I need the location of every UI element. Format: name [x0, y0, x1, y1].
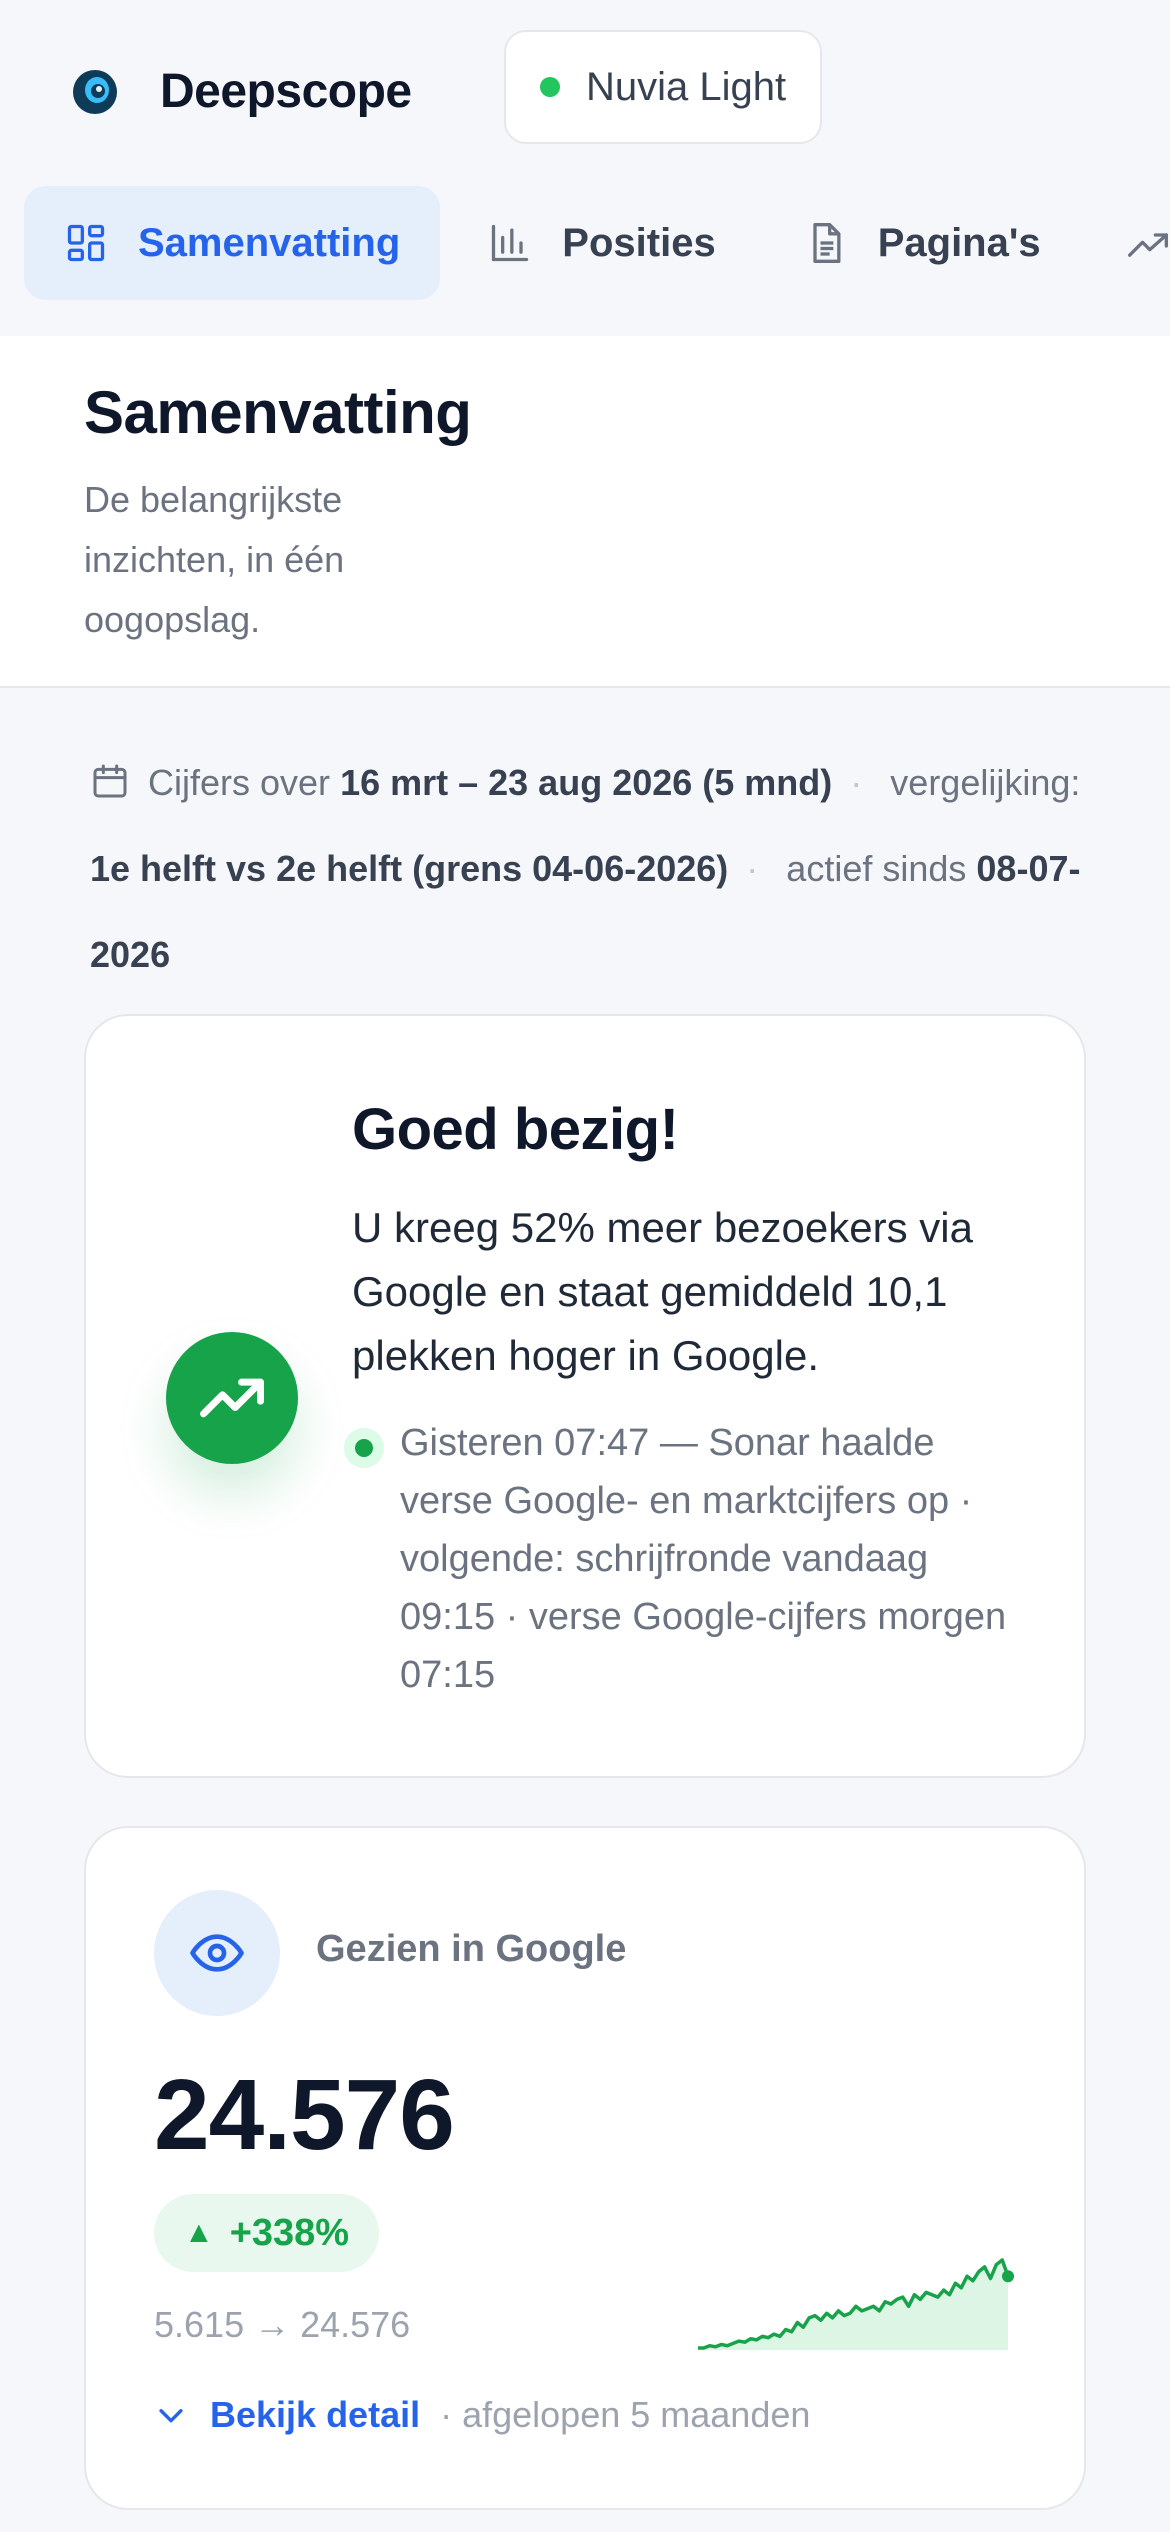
- active-prefix: actief sinds: [786, 848, 967, 889]
- separator: ·: [850, 762, 863, 803]
- page-header: Samenvatting De belangrijkste inzichten,…: [0, 336, 1170, 688]
- delta-value: +338%: [229, 2211, 350, 2254]
- hero-text: U kreeg 52% meer bezoekers via Google en…: [352, 1204, 973, 1379]
- tab-samenvatting[interactable]: Samenvatting: [24, 186, 441, 300]
- deepscope-logo-icon: [73, 69, 117, 114]
- tab-paginas[interactable]: Pagina's: [764, 186, 1081, 300]
- bar-chart-icon: [492, 224, 529, 262]
- separator: ·: [746, 848, 759, 889]
- page-title: Samenvatting: [84, 379, 472, 446]
- sync-status: Gisteren 07:47 — Sonar haalde verse Goog…: [400, 1422, 1007, 1696]
- period-value: 16 mrt – 23 aug 2026 (5 mnd): [340, 762, 833, 803]
- live-status-dot: [344, 1428, 384, 1468]
- summary-hero-card: Goed bezig! U kreeg 52% meer bezoekers v…: [84, 1014, 1086, 1778]
- tab-label: Pagina's: [877, 220, 1041, 265]
- tab-posities[interactable]: Posities: [448, 186, 755, 300]
- hero-badge: [166, 1332, 298, 1464]
- metric-period: · afgelopen 5 maanden: [440, 2394, 811, 2435]
- site-name: Nuvia Light: [586, 64, 787, 109]
- metric-icon-wrap: [154, 1890, 280, 2016]
- site-selector[interactable]: Nuvia Light: [504, 30, 822, 144]
- hero-title: Goed bezig!: [352, 1097, 679, 1162]
- top-bar: Deepscope Nuvia Light Samenvatting Posit…: [0, 0, 1170, 336]
- calendar-icon: [93, 764, 127, 798]
- main-tabs: Samenvatting Posities Pagina's: [24, 186, 1089, 300]
- metric-footer: Bekijk detail · afgelopen 5 maanden: [154, 2394, 810, 2436]
- compare-prefix: vergelijking:: [890, 762, 1081, 803]
- page-subtitle: De belangrijkste inzichten, in één oogop…: [84, 479, 345, 640]
- data-period-info: Cijfers over 16 mrt – 23 aug 2026 (5 mnd…: [90, 740, 1110, 998]
- period-prefix: Cijfers over: [148, 762, 331, 803]
- site-status-dot: [540, 77, 560, 97]
- brand[interactable]: Deepscope: [70, 64, 412, 119]
- app-name: Deepscope: [160, 65, 412, 118]
- chevron-down-icon[interactable]: [154, 2398, 188, 2432]
- metric-range: 5.615 → 24.576: [154, 2304, 411, 2345]
- metric-label: Gezien in Google: [316, 1928, 627, 1970]
- metric-value: 24.576: [154, 2059, 455, 2171]
- arrow-up-icon: ▲: [184, 2216, 214, 2249]
- tab-overflow-trend[interactable]: [1126, 224, 1170, 268]
- dashboard-grid-icon: [67, 224, 105, 262]
- trend-up-icon: [1128, 233, 1168, 257]
- tab-label: Samenvatting: [138, 220, 401, 265]
- sparkline-endpoint: [1002, 2270, 1014, 2283]
- view-detail-link[interactable]: Bekijk detail: [210, 2394, 420, 2436]
- sparkline-chart: [698, 2258, 1014, 2350]
- document-icon: [813, 223, 841, 263]
- eye-icon: [190, 1934, 244, 1972]
- metric-delta-badge: ▲ +338%: [154, 2194, 380, 2272]
- tab-label: Posities: [562, 220, 716, 265]
- sparkline-area: [698, 2260, 1008, 2350]
- metric-card-impressions: Gezien in Google 24.576 ▲ +338% 5.615 → …: [84, 1826, 1086, 2510]
- trend-up-icon: [200, 1378, 264, 1418]
- compare-value: 1e helft vs 2e helft (grens 04-06-2026): [90, 848, 729, 889]
